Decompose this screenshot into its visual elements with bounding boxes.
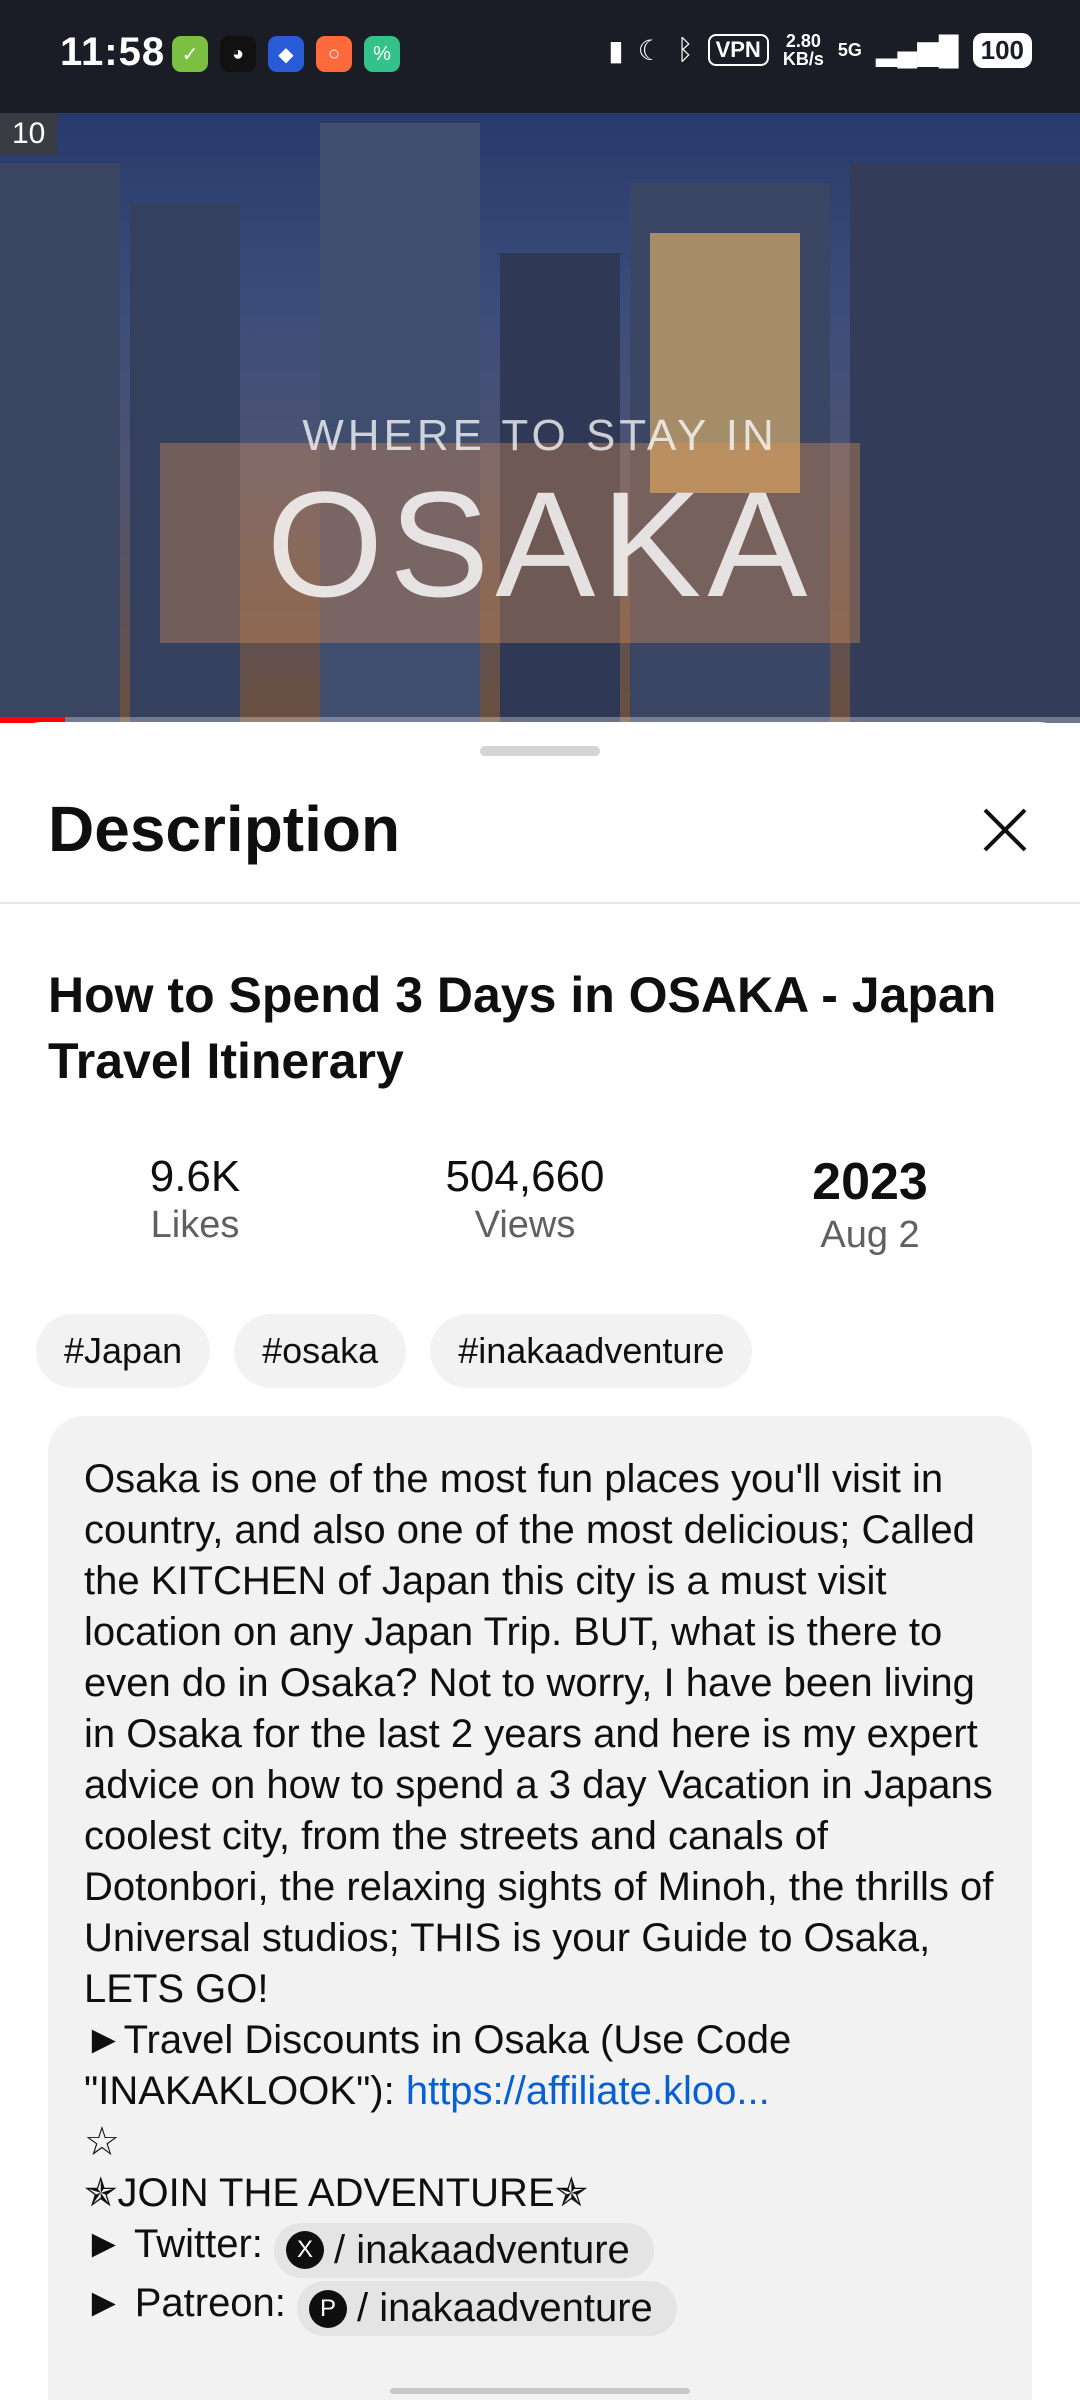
video-overlay-subtitle: WHERE TO STAY IN [302, 411, 778, 460]
video-title: How to Spend 3 Days in OSAKA - Japan Tra… [48, 967, 997, 1089]
join-line: ✯JOIN THE ADVENTURE✯ [84, 2171, 589, 2215]
twitter-handle: / inakaadventure [334, 2227, 630, 2272]
video-player[interactable]: WHERE TO STAY IN OSAKA [0, 113, 1080, 723]
patreon-line: ► Patreon: P / inakaadventure [84, 2280, 677, 2336]
discount-line: ►Travel Discounts in Osaka (Use Code "IN… [84, 2018, 802, 2113]
star-line: ☆ [84, 2120, 120, 2164]
x-icon: X [286, 2231, 324, 2269]
network-speed: 2.80 KB/s [783, 32, 824, 68]
description-box[interactable]: Osaka is one of the most fun places you'… [48, 1416, 1032, 2400]
hashtag-osaka[interactable]: #osaka [234, 1314, 407, 1388]
video-overlay-title: OSAKA [266, 460, 814, 628]
views-stat: 504,660 Views [385, 1152, 665, 1247]
qq-icon: ◕ [220, 36, 256, 72]
speed-unit: KB/s [782, 49, 824, 69]
discount-link[interactable]: https://affiliate.kloo... [406, 2069, 770, 2113]
close-icon[interactable] [975, 800, 1035, 860]
description-sheet: Description How to Spend 3 Days in OSAKA… [0, 722, 1080, 2400]
likes-label: Likes [150, 1204, 240, 1246]
drag-handle[interactable] [480, 746, 600, 756]
bluetooth-icon: ᛒ [676, 34, 694, 65]
hashtag-list: #Japan #osaka #inakaadventure [36, 1314, 753, 1388]
home-indicator[interactable] [390, 2388, 690, 2394]
app-notification-icon: ✓ [172, 36, 208, 72]
vibrate-icon: ▮ [608, 34, 624, 66]
likes-stat: 9.6K Likes [55, 1152, 335, 1247]
patreon-link[interactable]: P / inakaadventure [297, 2281, 677, 2336]
twitter-link[interactable]: X / inakaadventure [274, 2222, 654, 2278]
hashtag-inakaadventure[interactable]: #inakaadventure [430, 1314, 753, 1388]
hashtag-japan[interactable]: #Japan [36, 1314, 211, 1388]
moon-icon: ☾ [637, 34, 663, 66]
twitter-line: ► Twitter: X / inakaadventure [84, 2222, 654, 2278]
patreon-label: ► Patreon: [84, 2280, 298, 2325]
vpn-badge: VPN [707, 34, 769, 66]
sheet-title: Description [48, 793, 401, 865]
green-app-icon: % [364, 36, 400, 72]
views-label: Views [474, 1204, 576, 1246]
status-bar: 11:58 ✓ ◕ ◆ ○ % ▮ ☾ ᛒ VPN 2.80 KB/s 5G ▂… [0, 0, 1080, 113]
video-badge: 10 [0, 113, 58, 155]
cat-app-icon: ◆ [268, 36, 304, 72]
date-stat: 2023 Aug 2 [730, 1152, 1010, 1257]
signal-icon: ▂▄▆█ [875, 34, 959, 66]
upload-date: Aug 2 [820, 1214, 920, 1256]
status-time: 11:58 [60, 30, 166, 74]
patreon-handle: / inakaadventure [357, 2286, 653, 2330]
twitter-label: ► Twitter: [84, 2222, 274, 2266]
description-text: Osaka is one of the most fun places you'… [84, 1454, 1004, 2336]
circle-app-icon: ○ [316, 36, 352, 72]
network-type: 5G [837, 39, 862, 60]
likes-count: 9.6K [149, 1152, 241, 1201]
notification-icons: ✓ ◕ ◆ ○ % [172, 36, 400, 72]
battery-indicator: 100 [972, 32, 1032, 68]
divider [0, 902, 1080, 904]
upload-year: 2023 [812, 1153, 928, 1211]
speed-value: 2.80 [785, 31, 821, 51]
patreon-icon: P [309, 2289, 348, 2328]
description-paragraph: Osaka is one of the most fun places you'… [84, 1457, 1005, 2011]
status-indicators: ▮ ☾ ᛒ VPN 2.80 KB/s 5G ▂▄▆█ 100 [608, 32, 1032, 68]
views-count: 504,660 [445, 1152, 605, 1201]
